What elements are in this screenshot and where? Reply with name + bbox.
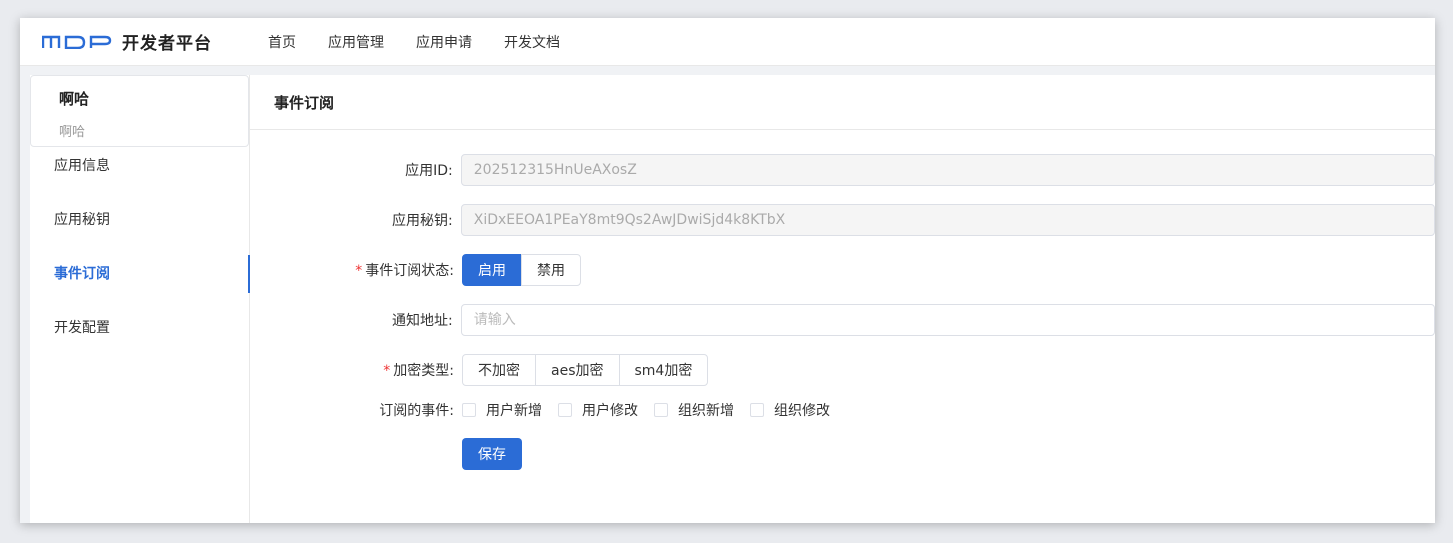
events-checkbox-group: 用户新增 用户修改 组织新增 组织修改 [462,400,846,420]
sidebar-item-event-subscription[interactable]: 事件订阅 [30,255,250,309]
event-org-update-checkbox[interactable]: 组织修改 [750,400,830,420]
app-card: 啊哈 啊哈 [30,75,249,147]
checkbox-label: 组织修改 [774,403,830,419]
event-subscription-form: 应用ID: 应用秘钥: *事件订阅状态: 启用 禁用 通知地址: *加密类型: [250,130,1435,470]
page-title: 事件订阅 [274,93,335,112]
top-header: 开发者平台 首页 应用管理 应用申请 开发文档 [20,18,1435,66]
status-label: * 事件订阅状态: [355,263,454,279]
checkbox-label: 用户新增 [486,403,542,419]
events-row: 订阅的事件: 用户新增 用户修改 组织新增 组织修改 [250,398,1435,422]
app-id-input[interactable] [460,154,1435,186]
required-mark: * [355,263,363,279]
save-row: 保存 [250,438,1435,470]
nav-home[interactable]: 首页 [252,32,312,52]
main-header: 事件订阅 [250,75,1435,130]
encrypt-row: * 加密类型: 不加密 aes加密 sm4加密 [250,354,1435,386]
status-row: * 事件订阅状态: 启用 禁用 [250,254,1435,286]
event-user-create-checkbox[interactable]: 用户新增 [462,400,542,420]
app-secret-row: 应用秘钥: [250,204,1435,236]
checkbox-box[interactable] [750,403,764,417]
checkbox-label: 用户修改 [582,403,638,419]
sidebar-item-dev-config[interactable]: 开发配置 [30,309,249,363]
nav-dev-docs[interactable]: 开发文档 [488,32,576,52]
notify-row: 通知地址: [250,304,1435,336]
sidebar: 啊哈 啊哈 应用信息 应用秘钥 事件订阅 开发配置 [30,75,250,523]
events-label: 订阅的事件: [379,403,454,419]
app-secret-input[interactable] [460,204,1435,236]
app-subtitle: 啊哈 [59,125,86,140]
status-enable-button[interactable]: 启用 [462,254,522,286]
app-secret-label: 应用秘钥: [392,213,453,229]
nav-app-apply[interactable]: 应用申请 [400,32,488,52]
encrypt-label: * 加密类型: [383,363,454,379]
app-id-row: 应用ID: [250,154,1435,186]
sidebar-item-app-info[interactable]: 应用信息 [30,147,249,201]
app-id-label: 应用ID: [405,163,453,179]
platform-title: 开发者平台 [122,34,212,54]
app-name: 啊哈 [59,90,90,108]
checkbox-label: 组织新增 [678,403,734,419]
app-window: 开发者平台 首页 应用管理 应用申请 开发文档 啊哈 啊哈 应用信息 应用秘钥 … [20,18,1435,523]
checkbox-box[interactable] [462,403,476,417]
event-user-update-checkbox[interactable]: 用户修改 [558,400,638,420]
mdp-logo-icon [42,35,112,49]
encrypt-type-group: 不加密 aes加密 sm4加密 [462,354,709,386]
event-org-create-checkbox[interactable]: 组织新增 [654,400,734,420]
status-toggle: 启用 禁用 [462,254,581,286]
nav-app-management[interactable]: 应用管理 [312,32,400,52]
encrypt-none-button[interactable]: 不加密 [462,354,536,386]
encrypt-sm4-button[interactable]: sm4加密 [618,354,709,386]
main-panel: 事件订阅 应用ID: 应用秘钥: *事件订阅状态: 启用 禁用 通知地址: [250,75,1435,523]
checkbox-box[interactable] [654,403,668,417]
checkbox-box[interactable] [558,403,572,417]
sidebar-menu: 应用信息 应用秘钥 事件订阅 开发配置 [30,147,250,363]
encrypt-aes-button[interactable]: aes加密 [535,354,620,386]
logo[interactable]: 开发者平台 [20,29,252,54]
save-button[interactable]: 保存 [462,438,522,470]
notify-url-input[interactable] [460,304,1435,336]
top-nav: 首页 应用管理 应用申请 开发文档 [252,32,576,52]
notify-label: 通知地址: [392,313,453,329]
sidebar-item-app-secret[interactable]: 应用秘钥 [30,201,249,255]
status-disable-button[interactable]: 禁用 [521,254,581,286]
required-mark: * [383,363,391,379]
